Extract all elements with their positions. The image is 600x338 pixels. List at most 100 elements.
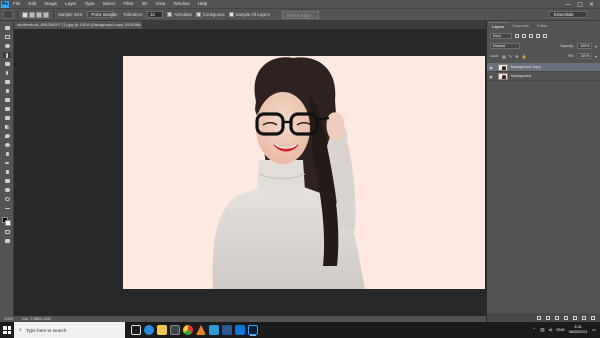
- clock[interactable]: 8:31 06/09/2021: [569, 325, 588, 334]
- zoom-level[interactable]: 100%: [4, 317, 13, 321]
- menu-type[interactable]: Type: [81, 0, 99, 8]
- visibility-eye-icon[interactable]: ◉: [487, 65, 495, 70]
- chevron-up-icon[interactable]: ⌃: [532, 328, 536, 333]
- sample-size-select[interactable]: Point Sample: [87, 11, 117, 18]
- eyedropper-tool-icon[interactable]: [3, 70, 11, 76]
- move-tool-icon[interactable]: [3, 25, 11, 31]
- adjustment-layer-icon[interactable]: [564, 315, 568, 320]
- eraser-tool-icon[interactable]: [3, 115, 11, 121]
- gradient-tool-icon[interactable]: [3, 124, 11, 130]
- kind-filter-select[interactable]: Kind: [490, 33, 512, 39]
- lock-transparent-icon[interactable]: ▦: [502, 54, 506, 59]
- healing-brush-tool-icon[interactable]: [3, 79, 11, 85]
- layer-style-icon[interactable]: [546, 315, 550, 320]
- filter-shape-icon[interactable]: [536, 34, 540, 38]
- crop-tool-icon[interactable]: [3, 61, 11, 67]
- selection-mode-icons[interactable]: [22, 11, 49, 18]
- document-tab[interactable]: shutterstock_606259097 (1).jpg @ 100% (B…: [14, 21, 142, 29]
- blur-tool-icon[interactable]: [3, 133, 11, 139]
- menu-3d[interactable]: 3D: [138, 0, 152, 8]
- lock-image-icon[interactable]: ✎: [509, 54, 512, 59]
- menu-view[interactable]: View: [151, 0, 169, 8]
- close-tab-icon[interactable]: ×: [138, 21, 140, 29]
- zoom-tool-icon[interactable]: [3, 196, 11, 202]
- intersect-selection-icon[interactable]: [43, 11, 49, 18]
- clone-stamp-tool-icon[interactable]: [3, 97, 11, 103]
- taskbar-search-input[interactable]: ⌕ Type here to search: [14, 322, 125, 338]
- refine-edge-button[interactable]: Refine Edge...: [282, 10, 320, 19]
- subtract-selection-icon[interactable]: [36, 11, 42, 18]
- vlc-icon[interactable]: [196, 325, 206, 335]
- store-icon[interactable]: [170, 325, 180, 335]
- menu-filter[interactable]: Filter: [119, 0, 137, 8]
- magic-wand-tool-icon[interactable]: [3, 52, 11, 58]
- vscode-icon[interactable]: [209, 325, 219, 335]
- lock-position-icon[interactable]: ✥: [515, 54, 518, 59]
- menu-select[interactable]: Select: [99, 0, 120, 8]
- delete-layer-icon[interactable]: [591, 315, 595, 320]
- windows-start-icon[interactable]: [2, 325, 12, 335]
- brush-tool-icon[interactable]: [3, 88, 11, 94]
- chevron-down-icon[interactable]: ▾: [595, 54, 597, 59]
- doc-size-info[interactable]: Doc: 2.08M/4.40M: [22, 317, 51, 321]
- fill-input[interactable]: 100%: [576, 53, 592, 59]
- notifications-icon[interactable]: ▭: [592, 328, 596, 333]
- rectangle-tool-icon[interactable]: [3, 178, 11, 184]
- canvas-area[interactable]: [14, 29, 486, 316]
- visibility-eye-icon[interactable]: ◉: [487, 74, 495, 79]
- marquee-tool-icon[interactable]: [3, 34, 11, 40]
- history-brush-tool-icon[interactable]: [3, 106, 11, 112]
- lasso-tool-icon[interactable]: [3, 43, 11, 49]
- word-icon[interactable]: [222, 325, 232, 335]
- network-icon[interactable]: ▤: [540, 328, 544, 333]
- tab-channels[interactable]: Channels: [509, 22, 532, 29]
- screen-mode-icon[interactable]: [3, 238, 11, 244]
- tab-layers[interactable]: Layers: [489, 22, 508, 29]
- tab-paths[interactable]: Paths: [534, 22, 550, 29]
- menu-help[interactable]: Help: [194, 0, 211, 8]
- path-selection-tool-icon[interactable]: [3, 169, 11, 175]
- menu-window[interactable]: Window: [169, 0, 193, 8]
- file-explorer-icon[interactable]: [157, 325, 167, 335]
- photoshop-taskbar-icon[interactable]: [248, 325, 258, 335]
- close-icon[interactable]: ✕: [589, 1, 594, 8]
- tool-preset-picker[interactable]: [3, 10, 13, 19]
- background-color-swatch[interactable]: [5, 220, 11, 226]
- volume-icon[interactable]: ◂): [548, 328, 552, 333]
- type-tool-icon[interactable]: [3, 160, 11, 166]
- add-selection-icon[interactable]: [29, 11, 35, 18]
- dodge-tool-icon[interactable]: [3, 142, 11, 148]
- layer-row[interactable]: ◉ Background: [487, 72, 600, 81]
- task-view-icon[interactable]: [131, 325, 141, 335]
- chrome-icon[interactable]: [183, 325, 193, 335]
- new-selection-icon[interactable]: [22, 11, 28, 18]
- filter-smart-object-icon[interactable]: [543, 34, 547, 38]
- sample-all-layers-checkbox[interactable]: Sample All Layers: [228, 12, 270, 17]
- pen-tool-icon[interactable]: [3, 151, 11, 157]
- menu-edit[interactable]: Edit: [24, 0, 40, 8]
- tolerance-input[interactable]: 32: [147, 11, 164, 18]
- anti-alias-checkbox[interactable]: ✓ Anti-alias: [167, 12, 192, 17]
- filter-type-icon[interactable]: [529, 34, 533, 38]
- menu-image[interactable]: Image: [40, 0, 61, 8]
- language-indicator[interactable]: ENG: [556, 328, 564, 332]
- menu-layer[interactable]: Layer: [61, 0, 81, 8]
- workspace-switcher[interactable]: Essentials: [549, 11, 587, 18]
- opacity-input[interactable]: 100%: [576, 43, 592, 49]
- blend-mode-select[interactable]: Normal: [490, 43, 520, 49]
- minimize-icon[interactable]: —: [565, 1, 571, 8]
- link-layers-icon[interactable]: [537, 315, 541, 320]
- edge-icon[interactable]: [144, 325, 154, 335]
- lock-all-icon[interactable]: 🔒: [522, 54, 527, 59]
- new-layer-icon[interactable]: [582, 315, 586, 320]
- contiguous-checkbox[interactable]: ✓ Contiguous: [195, 12, 225, 17]
- filter-pixel-icon[interactable]: [515, 34, 519, 38]
- filter-adjustment-icon[interactable]: [522, 34, 526, 38]
- menu-file[interactable]: File: [9, 0, 24, 8]
- more-tools-icon[interactable]: [3, 205, 11, 211]
- layer-row[interactable]: ◉ Background copy: [487, 63, 600, 72]
- document-canvas[interactable]: [123, 56, 485, 289]
- quick-mask-icon[interactable]: [3, 229, 11, 235]
- new-group-icon[interactable]: [573, 315, 577, 320]
- chevron-down-icon[interactable]: ▾: [595, 44, 597, 49]
